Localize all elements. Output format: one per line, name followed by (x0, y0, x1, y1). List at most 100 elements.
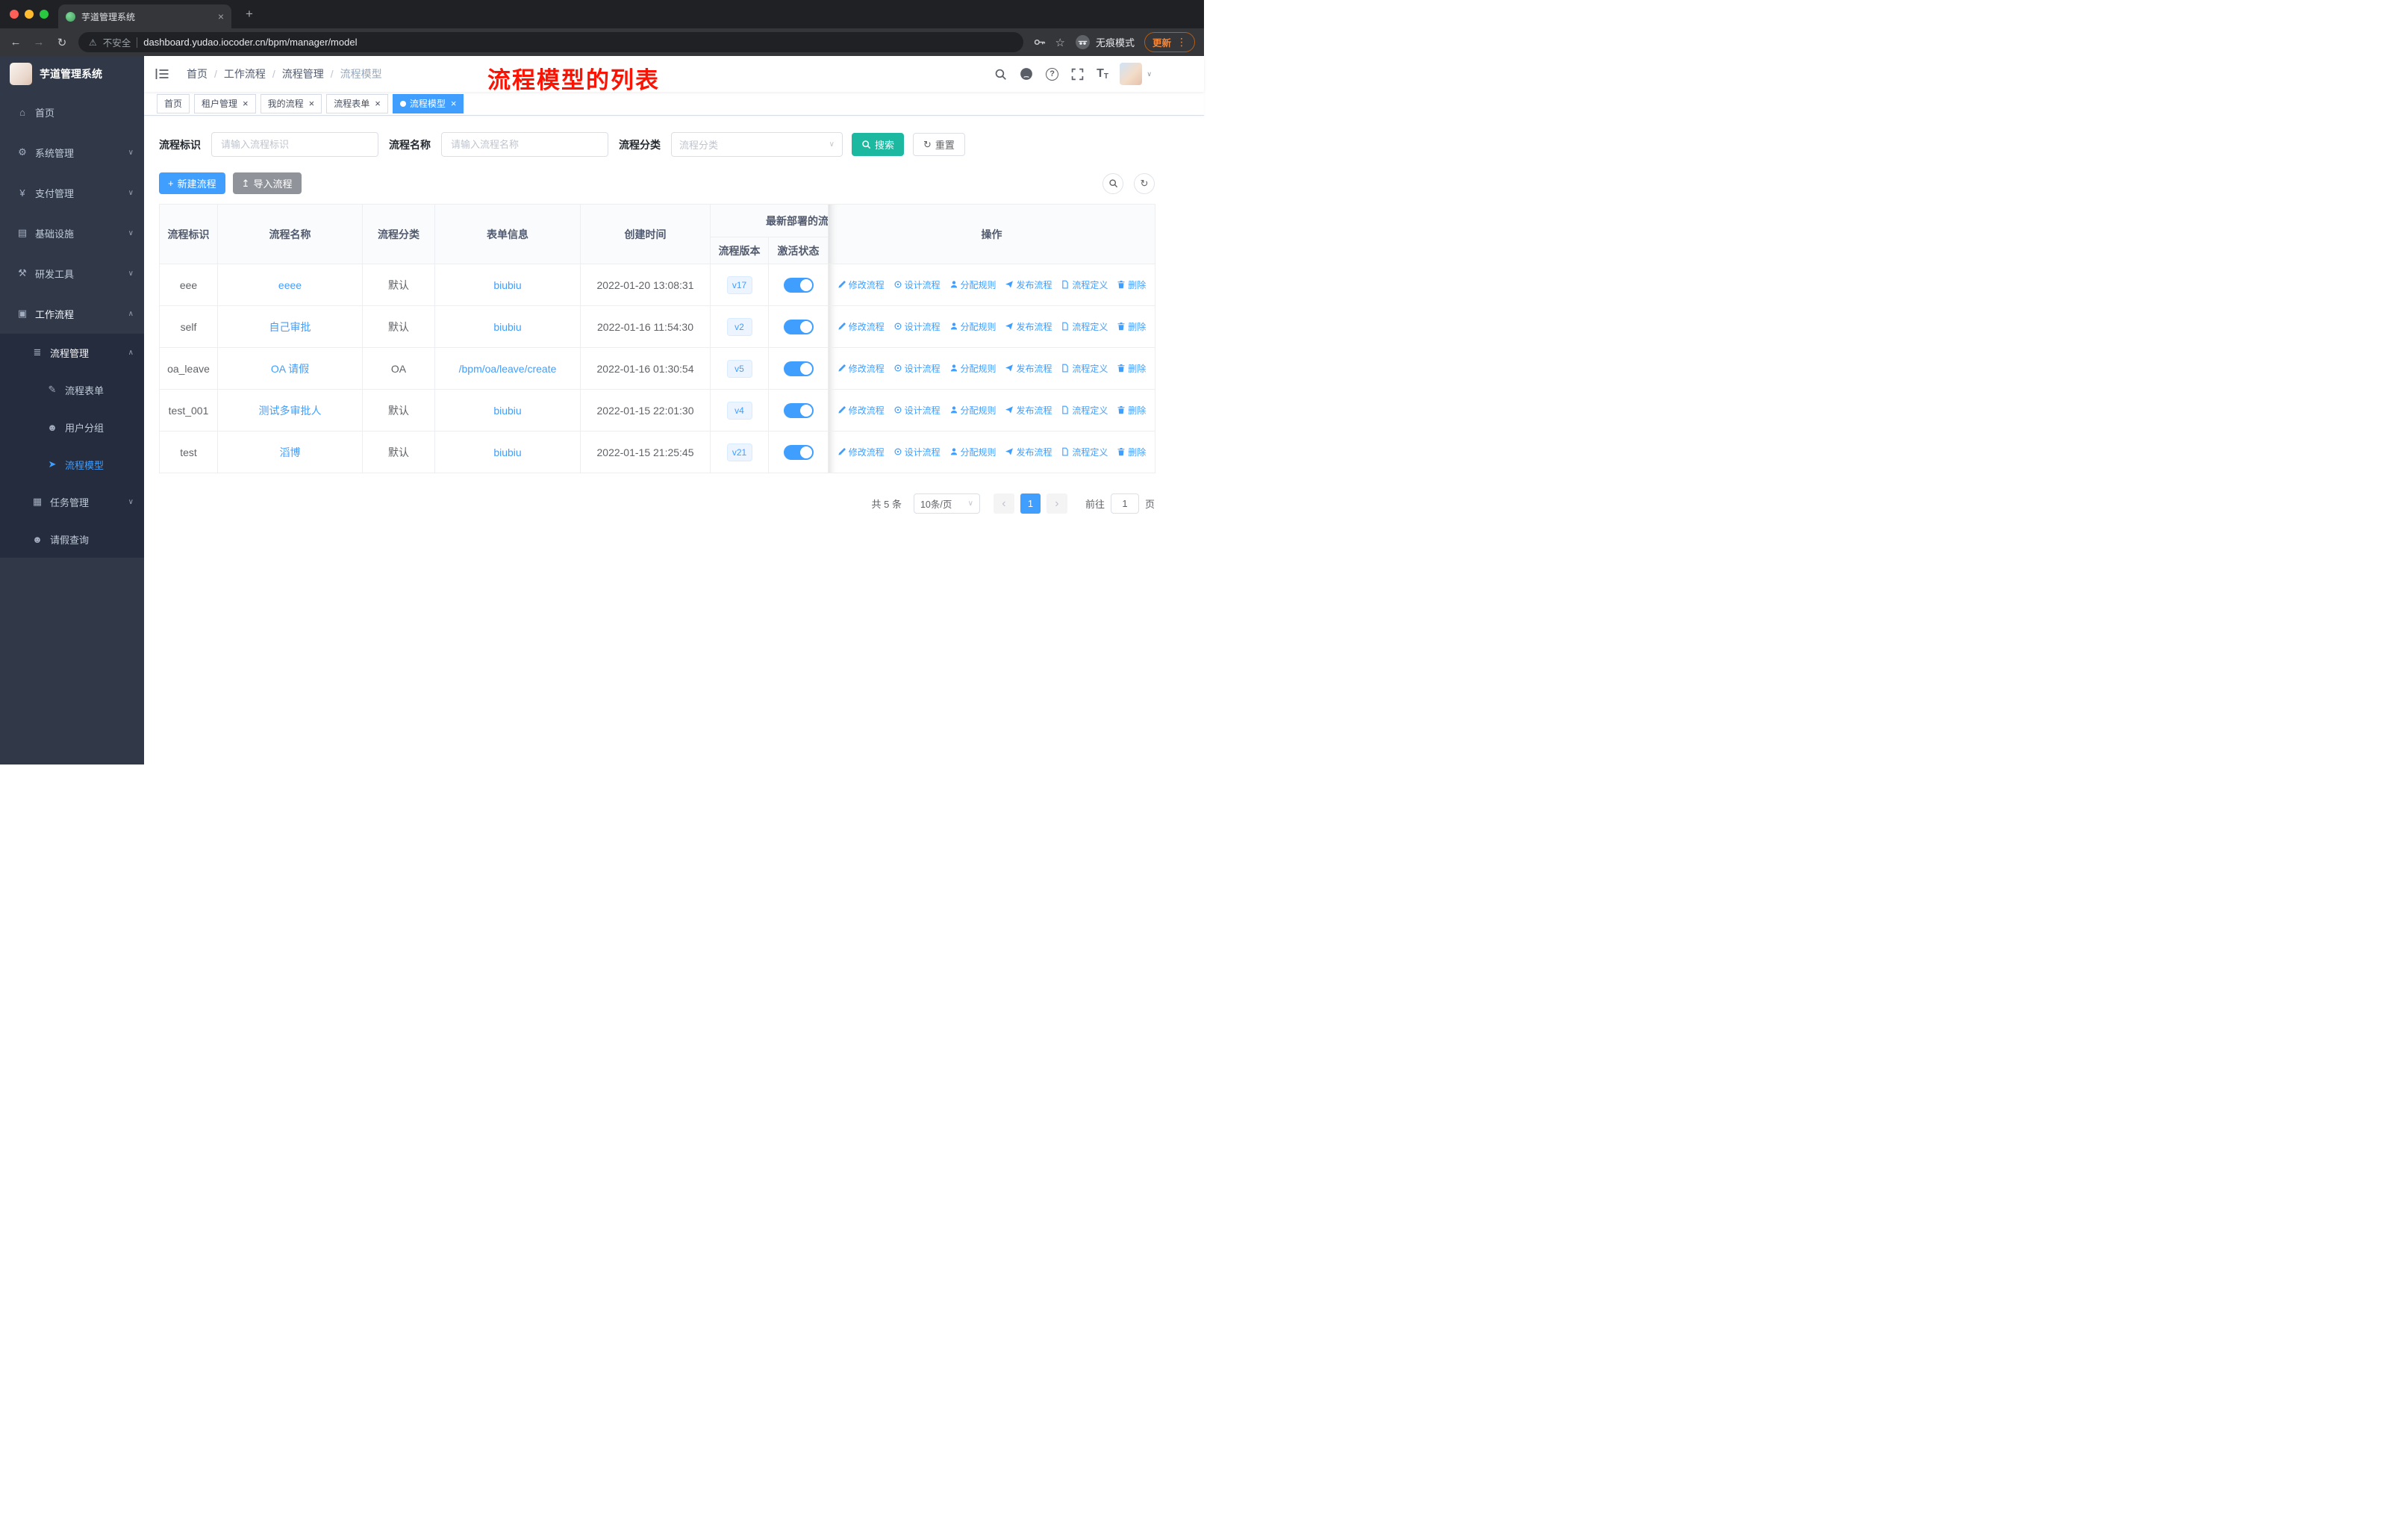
active-toggle[interactable] (783, 361, 814, 376)
goto-page-input[interactable] (1110, 493, 1139, 514)
create-model-button[interactable]: + 新建流程 (159, 172, 225, 194)
model-name-link[interactable]: 滔博 (280, 446, 301, 458)
prev-page-button[interactable]: ‹ (993, 493, 1014, 514)
design-model-link[interactable]: 设计流程 (893, 320, 941, 333)
new-tab-button[interactable]: + (241, 7, 258, 23)
edit-model-link[interactable]: 修改流程 (838, 362, 885, 375)
sidebar-item-process-form[interactable]: ✎ 流程表单 (0, 371, 144, 408)
security-warning-icon[interactable]: ⚠ (89, 37, 97, 48)
close-icon[interactable]: × (309, 99, 315, 108)
model-id-input[interactable] (211, 132, 378, 157)
sidebar-item-process-model[interactable]: ➤ 流程模型 (0, 446, 144, 483)
process-definition-link[interactable]: 流程定义 (1061, 362, 1108, 375)
active-toggle[interactable] (783, 444, 814, 460)
reset-button[interactable]: ↻ 重置 (913, 133, 965, 156)
assign-rule-link[interactable]: 分配规则 (949, 278, 996, 291)
design-model-link[interactable]: 设计流程 (893, 362, 941, 375)
process-definition-link[interactable]: 流程定义 (1061, 320, 1108, 333)
category-select[interactable]: 流程分类 ∨ (671, 132, 843, 157)
design-model-link[interactable]: 设计流程 (893, 404, 941, 417)
minimize-window-button[interactable] (25, 10, 34, 19)
publish-model-link[interactable]: 发布流程 (1005, 278, 1052, 291)
delete-link[interactable]: 删除 (1117, 278, 1146, 291)
publish-model-link[interactable]: 发布流程 (1005, 404, 1052, 417)
form-link[interactable]: /bpm/oa/leave/create (459, 363, 557, 375)
sidebar-logo[interactable]: 芋道管理系统 (0, 56, 144, 92)
assign-rule-link[interactable]: 分配规则 (949, 362, 996, 375)
sidebar-item-process-management[interactable]: ≣ 流程管理 ∧ (0, 334, 144, 371)
import-model-button[interactable]: ↥ 导入流程 (232, 172, 302, 194)
toggle-search-button[interactable] (1102, 172, 1123, 194)
sidebar-item-user-group[interactable]: ☻ 用户分组 (0, 408, 144, 446)
design-model-link[interactable]: 设计流程 (893, 278, 941, 291)
bookmark-star-icon[interactable]: ☆ (1055, 36, 1065, 49)
process-definition-link[interactable]: 流程定义 (1061, 404, 1108, 417)
close-icon[interactable]: × (243, 99, 249, 108)
fullscreen-icon[interactable] (1071, 68, 1084, 81)
sidebar-item-task-management[interactable]: ▦ 任务管理 ∨ (0, 483, 144, 520)
reload-icon[interactable]: ↻ (55, 36, 69, 49)
delete-link[interactable]: 删除 (1117, 320, 1146, 333)
model-name-link[interactable]: OA 请假 (271, 363, 309, 375)
hamburger-icon[interactable] (155, 68, 169, 80)
sidebar-item-devtools[interactable]: ⚒ 研发工具 ∨ (0, 253, 144, 293)
sidebar-item-infrastructure[interactable]: ▤ 基础设施 ∨ (0, 213, 144, 253)
font-size-icon[interactable]: TT (1097, 67, 1108, 81)
breadcrumb-process-management[interactable]: 流程管理 (282, 66, 324, 81)
form-link[interactable]: biubiu (493, 405, 521, 417)
tag-process-model[interactable]: 流程模型 × (392, 93, 464, 113)
edit-model-link[interactable]: 修改流程 (838, 278, 885, 291)
edit-model-link[interactable]: 修改流程 (838, 446, 885, 458)
delete-link[interactable]: 删除 (1117, 446, 1146, 458)
assign-rule-link[interactable]: 分配规则 (949, 404, 996, 417)
close-window-button[interactable] (10, 10, 19, 19)
sidebar-item-payment[interactable]: ¥ 支付管理 ∨ (0, 172, 144, 213)
next-page-button[interactable]: › (1046, 493, 1067, 514)
publish-model-link[interactable]: 发布流程 (1005, 362, 1052, 375)
process-definition-link[interactable]: 流程定义 (1061, 446, 1108, 458)
breadcrumb-workflow[interactable]: 工作流程 (224, 66, 266, 81)
form-link[interactable]: biubiu (493, 321, 521, 333)
publish-model-link[interactable]: 发布流程 (1005, 446, 1052, 458)
tag-process-form[interactable]: 流程表单 × (326, 93, 388, 113)
sidebar-item-system[interactable]: ⚙ 系统管理 ∨ (0, 132, 144, 172)
search-button[interactable]: 搜索 (852, 133, 905, 156)
sidebar-item-workflow[interactable]: ▣ 工作流程 ∧ (0, 293, 144, 334)
sidebar-item-leave-query[interactable]: ☻ 请假查询 (0, 520, 144, 558)
password-key-icon[interactable] (1033, 36, 1046, 49)
process-definition-link[interactable]: 流程定义 (1061, 278, 1108, 291)
tag-tenant-management[interactable]: 租户管理 × (194, 93, 256, 113)
help-icon[interactable]: ? (1046, 67, 1059, 81)
active-toggle[interactable] (783, 319, 814, 334)
assign-rule-link[interactable]: 分配规则 (949, 320, 996, 333)
back-icon[interactable]: ← (9, 36, 22, 49)
search-icon[interactable] (994, 68, 1007, 81)
form-link[interactable]: biubiu (493, 279, 521, 291)
page-size-select[interactable]: 10条/页 ∨ (913, 493, 980, 514)
page-number-1[interactable]: 1 (1020, 493, 1041, 514)
zoom-window-button[interactable] (40, 10, 49, 19)
delete-link[interactable]: 删除 (1117, 404, 1146, 417)
edit-model-link[interactable]: 修改流程 (838, 404, 885, 417)
github-icon[interactable] (1020, 67, 1033, 81)
tag-my-process[interactable]: 我的流程 × (260, 93, 322, 113)
close-icon[interactable]: × (451, 99, 457, 108)
forward-icon[interactable]: → (32, 36, 46, 49)
model-name-link[interactable]: eeee (278, 279, 302, 291)
model-name-input[interactable] (441, 132, 608, 157)
browser-menu-icon[interactable]: ⋮ (1176, 36, 1187, 49)
active-toggle[interactable] (783, 402, 814, 418)
publish-model-link[interactable]: 发布流程 (1005, 320, 1052, 333)
breadcrumb-home[interactable]: 首页 (187, 66, 208, 81)
browser-tab[interactable]: 芋道管理系统 × (58, 4, 231, 28)
browser-update-button[interactable]: 更新 ⋮ (1144, 32, 1195, 52)
avatar[interactable] (1120, 63, 1143, 85)
active-toggle[interactable] (783, 277, 814, 293)
model-name-link[interactable]: 自己审批 (269, 321, 311, 333)
tag-home[interactable]: 首页 (157, 93, 190, 113)
sidebar-item-home[interactable]: ⌂ 首页 (0, 92, 144, 132)
close-icon[interactable]: × (375, 99, 381, 108)
address-bar[interactable]: ⚠ 不安全 dashboard.yudao.iocoder.cn/bpm/man… (78, 32, 1023, 52)
form-link[interactable]: biubiu (493, 446, 521, 458)
delete-link[interactable]: 删除 (1117, 362, 1146, 375)
